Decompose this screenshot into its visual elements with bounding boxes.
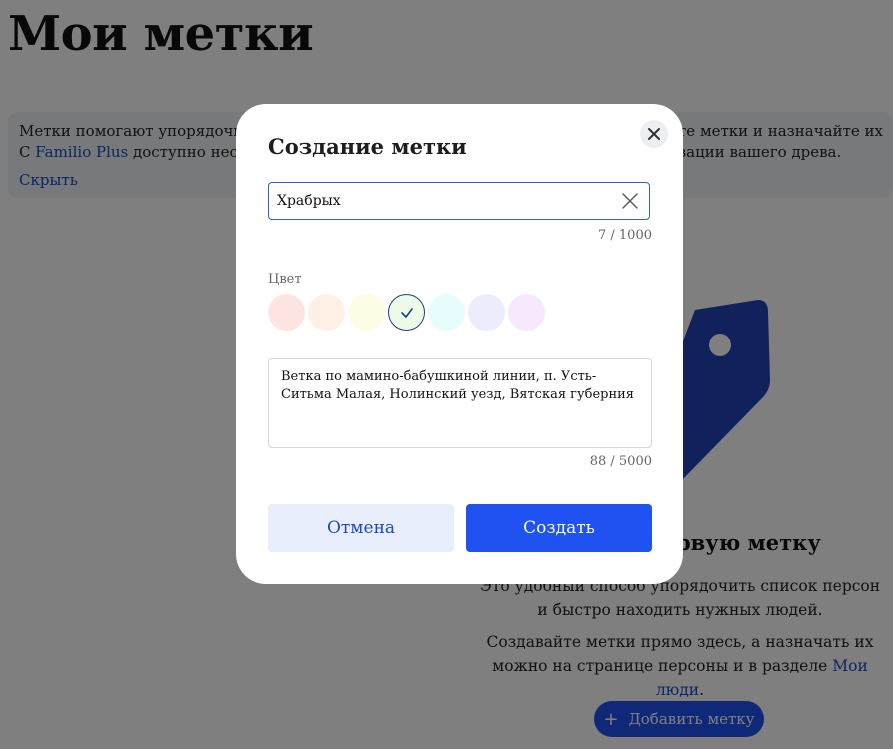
tag-name-input[interactable]	[277, 183, 607, 219]
create-button[interactable]: Создать	[466, 504, 652, 552]
close-button[interactable]	[640, 120, 668, 148]
name-char-counter: 7 / 1000	[598, 228, 652, 243]
check-icon	[400, 307, 413, 318]
create-tag-dialog: Создание метки 7 / 1000 Цвет Ветка по ма…	[236, 104, 683, 584]
color-swatch[interactable]	[268, 294, 305, 331]
description-char-counter: 88 / 5000	[589, 454, 652, 469]
color-swatch[interactable]	[508, 294, 545, 331]
color-picker	[268, 294, 545, 331]
color-swatch[interactable]	[468, 294, 505, 331]
color-swatch[interactable]	[308, 294, 345, 331]
color-label: Цвет	[268, 272, 302, 287]
color-swatch[interactable]	[388, 294, 425, 331]
tag-description-textarea[interactable]: Ветка по мамино-бабушкиной линии, п. Уст…	[268, 358, 652, 448]
color-swatch[interactable]	[428, 294, 465, 331]
cancel-button[interactable]: Отмена	[268, 504, 454, 552]
dialog-title: Создание метки	[268, 134, 467, 159]
color-swatch[interactable]	[348, 294, 385, 331]
tag-name-field	[268, 182, 650, 220]
close-icon	[648, 128, 660, 140]
clear-input-icon[interactable]	[621, 192, 639, 210]
